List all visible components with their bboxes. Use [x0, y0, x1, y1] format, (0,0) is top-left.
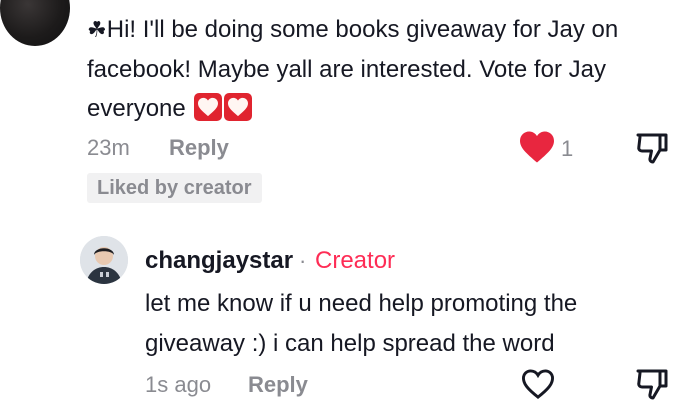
- comment-reply-button[interactable]: Reply: [169, 135, 229, 161]
- thumbs-down-icon: [636, 133, 668, 164]
- thumbs-down-icon: [636, 369, 668, 400]
- comment-text: ☘Hi! I'll be doing some books giveaway f…: [87, 10, 677, 128]
- like-button[interactable]: [518, 130, 556, 166]
- commenter-avatar[interactable]: [0, 0, 70, 46]
- reply-like-button[interactable]: [520, 368, 556, 402]
- reply-reply-button[interactable]: Reply: [248, 372, 308, 398]
- separator-dot: ·: [299, 248, 307, 273]
- comment-body: Hi! I'll be doing some books giveaway fo…: [87, 16, 619, 122]
- reply-time: 1s ago: [145, 372, 212, 397]
- heart-emoji-icon: [194, 93, 223, 121]
- dislike-button[interactable]: [634, 130, 670, 166]
- reply-username[interactable]: changjaystar: [145, 247, 293, 275]
- heart-emoji-icon: [224, 93, 253, 121]
- heart-filled-icon: [520, 131, 554, 163]
- reply-dislike-button[interactable]: [634, 366, 670, 402]
- like-count: 1: [561, 136, 574, 161]
- creator-avatar[interactable]: [80, 236, 128, 284]
- clover-icon: ☘: [87, 18, 107, 43]
- heart-outline-icon: [521, 369, 555, 399]
- creator-label: Creator: [315, 247, 396, 274]
- liked-by-creator-badge: Liked by creator: [87, 173, 262, 203]
- reply-text: let me know if u need help promoting the…: [145, 290, 578, 357]
- comment-time: 23m: [87, 135, 130, 160]
